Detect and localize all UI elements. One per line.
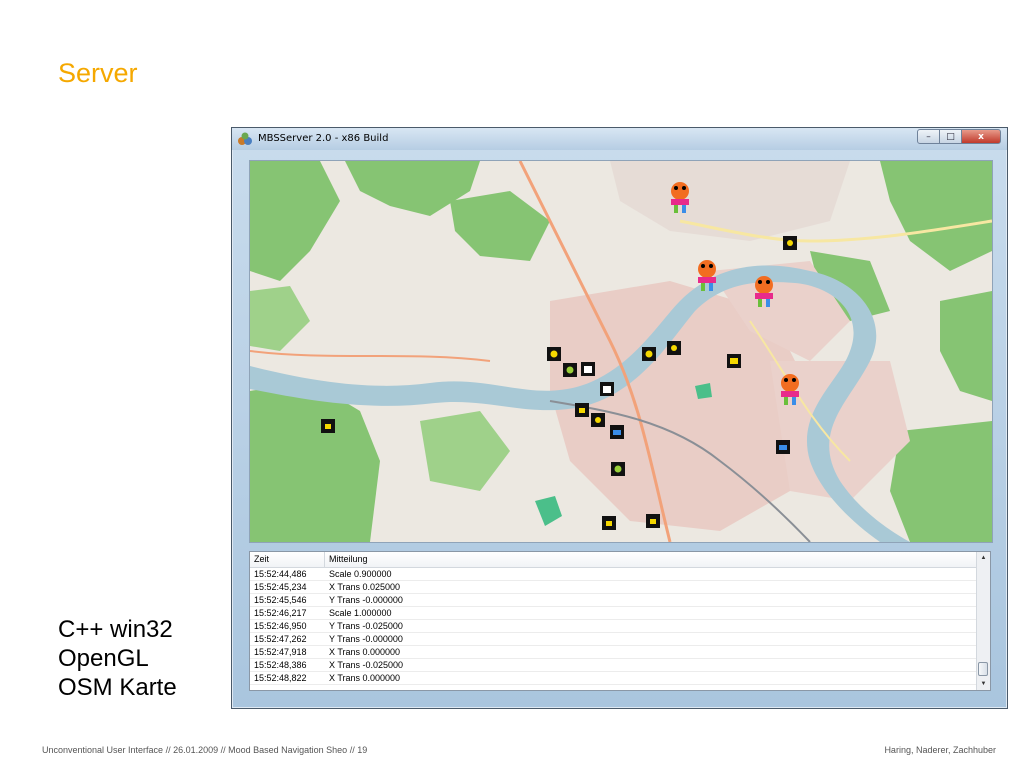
table-row[interactable]: 15:52:46,950 Y Trans -0.025000 <box>250 620 976 633</box>
close-button[interactable]: x <box>961 129 1001 144</box>
bullet-item: C++ win32 <box>58 616 173 643</box>
log-body: 15:52:44,486 Scale 0.900000 15:52:45,234 X… <box>250 568 990 685</box>
table-row[interactable]: 15:52:45,546 Y Trans -0.000000 <box>250 594 976 607</box>
bus-icon[interactable] <box>776 440 790 454</box>
map-view[interactable] <box>249 160 993 543</box>
music-icon[interactable] <box>783 236 797 250</box>
log-time: 15:52:44,486 <box>254 569 307 579</box>
shopping-icon[interactable] <box>646 514 660 528</box>
sun-icon[interactable] <box>642 347 656 361</box>
log-message: X Trans -0.025000 <box>329 660 404 670</box>
log-message: Scale 0.900000 <box>329 569 392 579</box>
table-row[interactable]: 15:52:46,217 Scale 1.000000 <box>250 607 976 620</box>
bullet-item: OpenGL <box>58 645 149 672</box>
log-message: Scale 1.000000 <box>329 608 392 618</box>
camera-icon[interactable] <box>611 462 625 476</box>
log-scrollbar[interactable]: ▲ ▼ <box>976 552 990 690</box>
osm-map <box>250 161 992 542</box>
shopping-icon[interactable] <box>575 403 589 417</box>
table-row[interactable]: 15:52:47,918 X Trans 0.000000 <box>250 646 976 659</box>
shopping-icon[interactable] <box>602 516 616 530</box>
bullet-item: OSM Karte <box>58 674 177 701</box>
bank-icon[interactable] <box>581 362 595 376</box>
theater-icon[interactable] <box>727 354 741 368</box>
log-time: 15:52:46,950 <box>254 621 307 631</box>
window-title: MBSServer 2.0 - x86 Build <box>258 133 389 144</box>
log-message: Y Trans -0.025000 <box>329 621 403 631</box>
footer-right: Haring, Naderer, Zachhuber <box>884 745 996 755</box>
scroll-up-arrow-icon[interactable]: ▲ <box>977 552 990 564</box>
table-row[interactable]: 15:52:48,822 X Trans 0.000000 <box>250 672 976 685</box>
window-titlebar[interactable]: MBSServer 2.0 - x86 Build – □ x <box>232 128 1007 150</box>
sun-icon[interactable] <box>547 347 561 361</box>
camera-icon[interactable] <box>563 363 577 377</box>
log-time: 15:52:47,918 <box>254 647 307 657</box>
shopping-icon[interactable] <box>321 419 335 433</box>
log-header: Zeit Mitteilung <box>250 552 990 568</box>
log-message: Y Trans -0.000000 <box>329 634 403 644</box>
log-time: 15:52:47,262 <box>254 634 307 644</box>
log-time: 15:52:48,822 <box>254 673 307 683</box>
bus-icon[interactable] <box>610 425 624 439</box>
table-row[interactable]: 15:52:48,386 X Trans -0.025000 <box>250 659 976 672</box>
log-time: 15:52:45,234 <box>254 582 307 592</box>
log-message: X Trans 0.000000 <box>329 647 401 657</box>
log-message: X Trans 0.025000 <box>329 582 401 592</box>
log-time: 15:52:48,386 <box>254 660 307 670</box>
app-window: MBSServer 2.0 - x86 Build – □ x Zeit Mit… <box>231 127 1008 709</box>
table-row[interactable]: 15:52:45,234 X Trans 0.025000 <box>250 581 976 594</box>
column-header-zeit[interactable]: Zeit <box>250 552 325 567</box>
minimize-button[interactable]: – <box>917 129 940 144</box>
bullet-list: C++ win32 OpenGL OSM Karte <box>58 615 177 702</box>
music-icon[interactable] <box>667 341 681 355</box>
log-message: Y Trans -0.000000 <box>329 595 403 605</box>
log-message: X Trans 0.000000 <box>329 673 401 683</box>
slide-title: Server <box>58 58 138 88</box>
bank-icon[interactable] <box>600 382 614 396</box>
app-icon <box>238 132 252 145</box>
footer-left: Unconventional User Interface // 26.01.2… <box>42 745 368 755</box>
food-icon[interactable] <box>591 413 605 427</box>
table-row[interactable]: 15:52:44,486 Scale 0.900000 <box>250 568 976 581</box>
scroll-thumb[interactable] <box>978 662 988 676</box>
log-time: 15:52:46,217 <box>254 608 307 618</box>
column-header-mitteilung[interactable]: Mitteilung <box>325 552 990 567</box>
log-table[interactable]: Zeit Mitteilung 15:52:44,486 Scale 0.9000… <box>249 551 991 691</box>
scroll-down-arrow-icon[interactable]: ▼ <box>977 678 990 690</box>
log-time: 15:52:45,546 <box>254 595 307 605</box>
table-row[interactable]: 15:52:47,262 Y Trans -0.000000 <box>250 633 976 646</box>
maximize-button[interactable]: □ <box>939 129 962 144</box>
